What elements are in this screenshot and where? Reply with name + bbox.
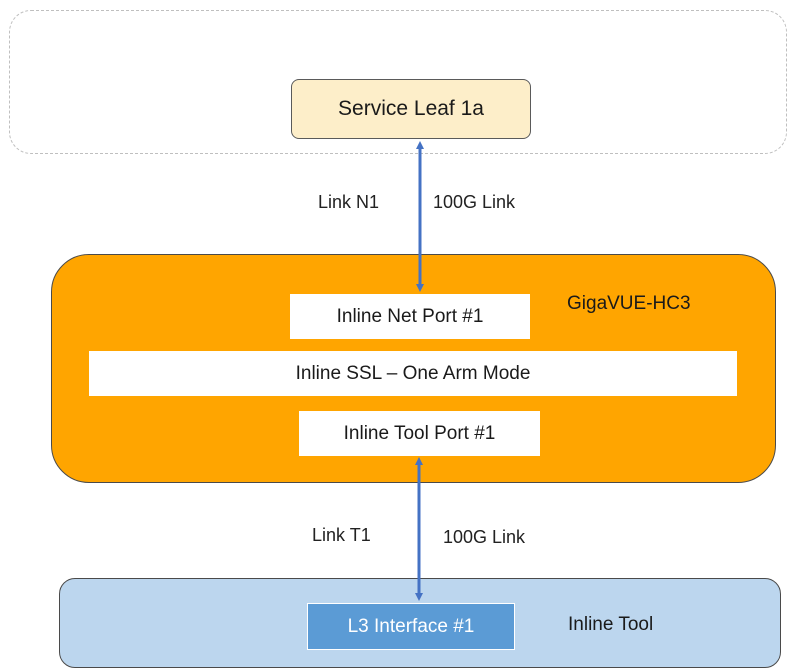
link-arrows <box>415 141 424 601</box>
